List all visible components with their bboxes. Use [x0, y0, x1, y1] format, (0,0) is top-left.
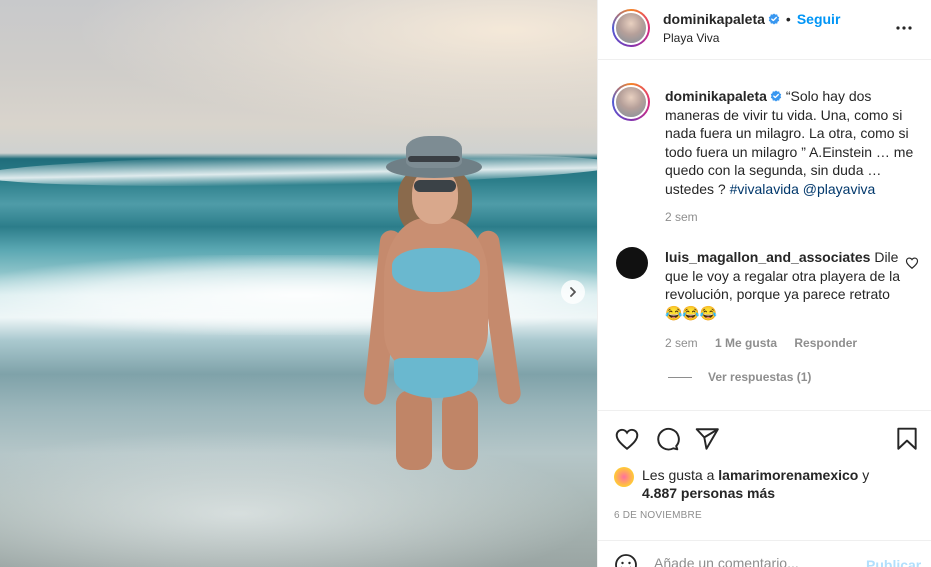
reply-button[interactable]: Responder: [794, 336, 857, 350]
location-link[interactable]: Playa Viva: [663, 31, 719, 45]
avatar-image: [614, 11, 648, 45]
hat-crown: [406, 136, 462, 168]
header-user-line: dominikapaleta • Seguir: [663, 11, 840, 27]
bikini-bottom: [394, 358, 478, 398]
sunglasses: [414, 180, 456, 192]
sky: [0, 0, 597, 150]
like-comment-icon[interactable]: [905, 256, 919, 270]
comments-section: dominikapaleta “Solo hay dos maneras de …: [598, 61, 931, 410]
likes-count[interactable]: 4.887 personas más: [642, 485, 775, 501]
likes-text: Les gusta a lamarimorenamexico y 4.887 p…: [642, 466, 931, 502]
view-replies-label: Ver respuestas (1): [708, 370, 812, 384]
next-photo-button[interactable]: [561, 280, 585, 304]
commenter-username[interactable]: luis_magallon_and_associates: [665, 249, 870, 265]
separator-dot: •: [785, 11, 791, 27]
share-icon[interactable]: [694, 426, 720, 452]
leg: [442, 390, 478, 470]
chevron-right-icon: [570, 287, 576, 297]
person-figure: [362, 130, 530, 470]
verified-badge-icon: [768, 13, 780, 25]
post-header: dominikapaleta • Seguir Playa Viva: [598, 0, 931, 60]
torso: [384, 218, 488, 368]
avatar[interactable]: [612, 83, 650, 121]
hashtag-link[interactable]: #vivalavida: [730, 181, 799, 197]
publish-button[interactable]: Publicar: [866, 557, 921, 567]
mention-link[interactable]: @playaviva: [803, 181, 876, 197]
likes-prefix: Les gusta a: [642, 467, 719, 483]
bookmark-icon[interactable]: [894, 426, 920, 452]
leg: [396, 390, 432, 470]
hat-band: [408, 156, 460, 162]
likes-suffix: y: [858, 467, 870, 483]
more-options-button[interactable]: [894, 18, 914, 38]
liker-avatar[interactable]: [614, 467, 634, 487]
post-photo[interactable]: [0, 0, 597, 567]
commenter-avatar[interactable]: [616, 247, 648, 279]
replies-divider: [668, 376, 692, 378]
comment-input[interactable]: [654, 555, 854, 567]
heart-icon[interactable]: [614, 426, 640, 452]
bikini-top: [392, 248, 480, 292]
comment: luis_magallon_and_associates Dile que le…: [665, 248, 901, 322]
view-replies-button[interactable]: Ver respuestas (1): [668, 370, 811, 384]
comment-meta: 2 sem 1 Me gusta Responder: [665, 336, 871, 350]
avatar[interactable]: [612, 9, 650, 47]
comment-icon[interactable]: [654, 426, 680, 452]
post-panel: dominikapaleta • Seguir Playa Viva domini…: [597, 0, 931, 567]
add-comment-bar: Publicar: [598, 540, 931, 567]
comment-timestamp[interactable]: 2 sem: [665, 336, 698, 350]
follow-button[interactable]: Seguir: [797, 11, 841, 27]
emoji-icon[interactable]: [614, 553, 638, 567]
comment-likes[interactable]: 1 Me gusta: [715, 336, 777, 350]
verified-badge-icon: [770, 90, 782, 102]
action-bar: [598, 410, 931, 465]
caption: dominikapaleta “Solo hay dos maneras de …: [665, 87, 915, 198]
caption-timestamp[interactable]: 2 sem: [665, 210, 698, 224]
more-options-icon: [896, 26, 912, 30]
liker-username[interactable]: lamarimorenamexico: [718, 467, 858, 483]
avatar-image: [614, 85, 648, 119]
caption-username[interactable]: dominikapaleta: [665, 88, 767, 104]
username-link[interactable]: dominikapaleta: [663, 11, 765, 27]
post-date[interactable]: 6 DE NOVIEMBRE: [614, 510, 702, 521]
